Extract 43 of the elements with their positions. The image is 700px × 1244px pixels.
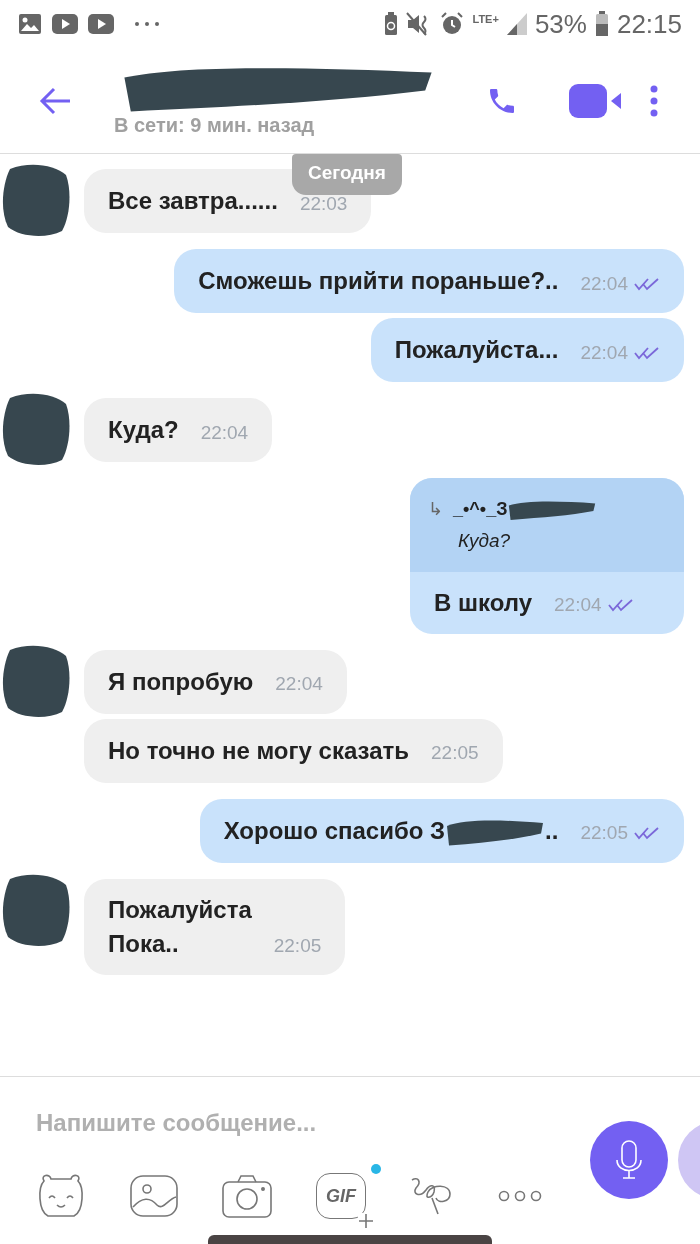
message-input[interactable]: Напишите сообщение... — [36, 1101, 556, 1145]
battery-percent: 53% — [534, 11, 587, 37]
message-time: 22:04 — [275, 672, 323, 696]
message-time: 22:05 — [580, 821, 628, 845]
message-time: 22:05 — [431, 741, 479, 765]
quoted-author: _•^•_З — [453, 498, 508, 521]
video-play-icon — [52, 14, 78, 34]
message-time: 22:04 — [580, 271, 628, 296]
message-time: 22:04 — [554, 593, 602, 617]
message-text: Но точно не могу сказать — [108, 735, 409, 766]
image-icon — [18, 13, 42, 35]
more-icon — [134, 21, 160, 27]
back-arrow-icon — [38, 85, 72, 116]
message-text: Куда? — [108, 415, 179, 445]
reply-arrow: ↳ — [428, 498, 443, 521]
quoted-text: Куда? — [458, 529, 512, 553]
doodle-button[interactable] — [410, 1176, 454, 1216]
more-icon — [650, 84, 658, 117]
microphone-icon — [615, 1140, 643, 1180]
more-options-button[interactable] — [498, 1189, 542, 1203]
clock: 22:15 — [616, 11, 682, 37]
sticker-button[interactable] — [36, 1173, 86, 1219]
date-chip: Сегодня — [292, 154, 402, 195]
camera-button[interactable] — [222, 1174, 272, 1218]
message-text: Я попробую — [108, 666, 254, 697]
video-camera-icon — [569, 83, 621, 118]
network-type: LTE+ — [472, 13, 499, 25]
message-text: Хорошо спасибо З .. — [223, 813, 559, 848]
last-seen-status: В сети: 9 мин. назад — [114, 112, 316, 138]
battery-icon — [594, 11, 609, 37]
video-play-icon — [88, 14, 114, 34]
message-text: В школу — [434, 587, 533, 618]
message-text: Все завтра...... — [108, 186, 278, 216]
signal-icon — [506, 13, 527, 35]
alarm-icon — [440, 12, 465, 36]
message-text: Пожалуйста... — [394, 335, 559, 365]
message-time: 22:04 — [200, 420, 249, 445]
battery-saver-icon — [384, 12, 399, 36]
message-time: 22:05 — [273, 934, 322, 958]
message-time: 22:04 — [580, 340, 628, 365]
message-text: Сможешь прийти пораньше?.. — [198, 266, 559, 296]
gallery-button[interactable] — [130, 1175, 178, 1217]
message-text: Пожалуйста Пока.. — [108, 894, 252, 959]
